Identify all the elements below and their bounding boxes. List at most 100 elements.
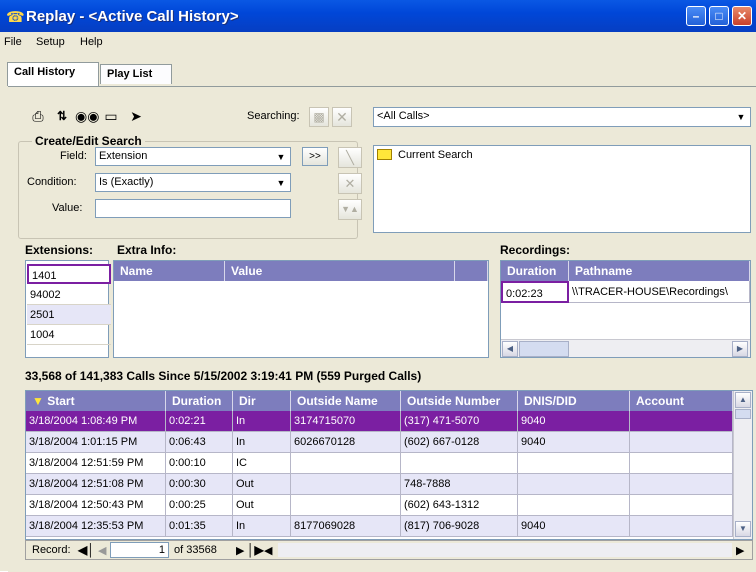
vertical-scrollbar[interactable]: ▲ ▼ xyxy=(733,391,752,539)
cell-dir[interactable]: In xyxy=(233,411,291,432)
last-record-button[interactable]: │▶ xyxy=(247,543,264,557)
cell-outside-number[interactable]: (602) 667-0128 xyxy=(401,432,518,453)
cell-duration[interactable]: 0:02:21 xyxy=(166,411,233,432)
eraser-icon[interactable]: ➤ xyxy=(125,106,147,126)
cell-account[interactable] xyxy=(630,453,733,474)
column-header-outside-number[interactable]: Outside Number xyxy=(401,391,518,411)
cell-dir[interactable]: In xyxy=(233,432,291,453)
cell-start[interactable]: 3/18/2004 12:35:53 PM xyxy=(26,516,166,537)
close-button[interactable]: ✕ xyxy=(732,6,752,26)
menu-setup[interactable]: Setup xyxy=(36,36,65,48)
add-condition-button[interactable]: >> xyxy=(302,147,328,166)
cell-duration[interactable]: 0:06:43 xyxy=(166,432,233,453)
cell-start[interactable]: 3/18/2004 1:01:15 PM xyxy=(26,432,166,453)
condition-dropdown[interactable]: Is (Exactly) ▼ xyxy=(95,173,291,192)
scroll-right-button[interactable]: ▶ xyxy=(732,341,748,357)
column-header-outside-name[interactable]: Outside Name xyxy=(291,391,401,411)
cell-outside-name[interactable] xyxy=(291,453,401,474)
search-tree[interactable]: Current Search xyxy=(373,145,751,233)
search-selector-dropdown[interactable]: <All Calls> ▼ xyxy=(373,107,751,127)
save-search-button[interactable]: ▩ xyxy=(309,107,329,127)
recordings-grid[interactable]: Duration Pathname 0:02:23 \\TRACER-HOUSE… xyxy=(500,260,751,358)
next-record-button[interactable]: ▶ xyxy=(236,544,244,557)
cell-outside-name[interactable] xyxy=(291,495,401,516)
edit-condition-button[interactable]: ╲ xyxy=(338,147,362,168)
list-item[interactable]: 1004 xyxy=(27,325,111,345)
scroll-down-button[interactable]: ▼ xyxy=(735,521,751,537)
cell-account[interactable] xyxy=(630,411,733,432)
cell-dnis-did[interactable]: 9040 xyxy=(518,516,630,537)
scroll-left-button[interactable]: ◀ xyxy=(264,544,272,557)
tree-item-current-search[interactable]: Current Search xyxy=(398,149,473,161)
column-header-duration[interactable]: Duration xyxy=(501,261,569,281)
cell-account[interactable] xyxy=(630,495,733,516)
cell-account[interactable] xyxy=(630,432,733,453)
maximize-button[interactable]: □ xyxy=(709,6,729,26)
binoculars-icon[interactable]: ◉◉ xyxy=(75,106,99,126)
value-input[interactable] xyxy=(95,199,291,218)
cell-start[interactable]: 3/18/2004 12:51:59 PM xyxy=(26,453,166,474)
list-item[interactable]: 94002 xyxy=(27,285,111,305)
horizontal-scrollbar[interactable] xyxy=(278,543,732,557)
tag-icon[interactable]: ▭ xyxy=(100,106,122,126)
recording-duration[interactable]: 0:02:23 xyxy=(501,281,569,303)
cell-outside-number[interactable]: (602) 643-1312 xyxy=(401,495,518,516)
cell-dnis-did[interactable] xyxy=(518,474,630,495)
cell-duration[interactable]: 0:01:35 xyxy=(166,516,233,537)
delete-search-button[interactable]: ✕ xyxy=(332,107,352,127)
column-header-start[interactable]: ▼ Start xyxy=(26,391,166,411)
column-header-name[interactable]: Name xyxy=(114,261,225,281)
scroll-left-button[interactable]: ◀ xyxy=(502,341,518,357)
extensions-list[interactable]: 1401 94002 2501 1004 xyxy=(25,260,111,358)
sort-icon[interactable]: ⇅ xyxy=(51,106,73,126)
field-dropdown[interactable]: Extension ▼ xyxy=(95,147,291,166)
list-item[interactable]: 1401 xyxy=(27,264,111,284)
scroll-up-button[interactable]: ▲ xyxy=(735,392,751,408)
chevron-down-icon[interactable]: ▼ xyxy=(273,175,289,191)
column-header-dnis-did[interactable]: DNIS/DID xyxy=(518,391,630,411)
column-header-value[interactable]: Value xyxy=(225,261,455,281)
tab-call-history[interactable]: Call History xyxy=(7,62,99,86)
cell-dnis-did[interactable]: 9040 xyxy=(518,411,630,432)
cell-outside-name[interactable] xyxy=(291,474,401,495)
extra-info-grid[interactable]: Name Value xyxy=(113,260,489,358)
printer-icon[interactable]: ⎙ xyxy=(27,106,49,126)
cell-dir[interactable]: Out xyxy=(233,474,291,495)
remove-condition-button[interactable]: ✕ xyxy=(338,173,362,194)
column-header-duration[interactable]: Duration xyxy=(166,391,233,411)
calls-grid[interactable]: ▼ Start Duration Dir Outside Name Outsid… xyxy=(25,390,753,540)
cell-outside-number[interactable]: 748-7888 xyxy=(401,474,518,495)
cell-account[interactable] xyxy=(630,474,733,495)
column-header-pathname[interactable]: Pathname xyxy=(569,261,750,281)
cell-outside-name[interactable]: 8177069028 xyxy=(291,516,401,537)
column-header-dir[interactable]: Dir xyxy=(233,391,291,411)
cell-start[interactable]: 3/18/2004 1:08:49 PM xyxy=(26,411,166,432)
cell-outside-number[interactable]: (317) 471-5070 xyxy=(401,411,518,432)
scroll-thumb[interactable] xyxy=(735,409,751,419)
list-item[interactable]: 2501 xyxy=(27,305,111,325)
minimize-button[interactable]: – xyxy=(686,6,706,26)
cell-start[interactable]: 3/18/2004 12:50:43 PM xyxy=(26,495,166,516)
cell-dnis-did[interactable] xyxy=(518,453,630,474)
horizontal-scrollbar[interactable]: ◀ ▶ xyxy=(501,339,750,357)
cell-outside-name[interactable]: 6026670128 xyxy=(291,432,401,453)
cell-dnis-did[interactable]: 9040 xyxy=(518,432,630,453)
cell-dnis-did[interactable] xyxy=(518,495,630,516)
reorder-condition-button[interactable]: ▼▲ xyxy=(338,199,362,220)
record-number-input[interactable]: 1 xyxy=(110,542,169,558)
recording-pathname[interactable]: \\TRACER-HOUSE\Recordings\ xyxy=(569,281,750,303)
cell-dir[interactable]: Out xyxy=(233,495,291,516)
cell-dir[interactable]: IC xyxy=(233,453,291,474)
scroll-right-button[interactable]: ▶ xyxy=(736,544,744,557)
cell-start[interactable]: 3/18/2004 12:51:08 PM xyxy=(26,474,166,495)
first-record-button[interactable]: ◀│ xyxy=(78,543,95,557)
cell-duration[interactable]: 0:00:30 xyxy=(166,474,233,495)
menu-help[interactable]: Help xyxy=(80,36,103,48)
chevron-down-icon[interactable]: ▼ xyxy=(273,149,289,165)
cell-duration[interactable]: 0:00:10 xyxy=(166,453,233,474)
cell-outside-name[interactable]: 3174715070 xyxy=(291,411,401,432)
cell-outside-number[interactable]: (817) 706-9028 xyxy=(401,516,518,537)
previous-record-button[interactable]: ◀ xyxy=(98,544,106,557)
tab-play-list[interactable]: Play List xyxy=(100,64,172,84)
cell-duration[interactable]: 0:00:25 xyxy=(166,495,233,516)
